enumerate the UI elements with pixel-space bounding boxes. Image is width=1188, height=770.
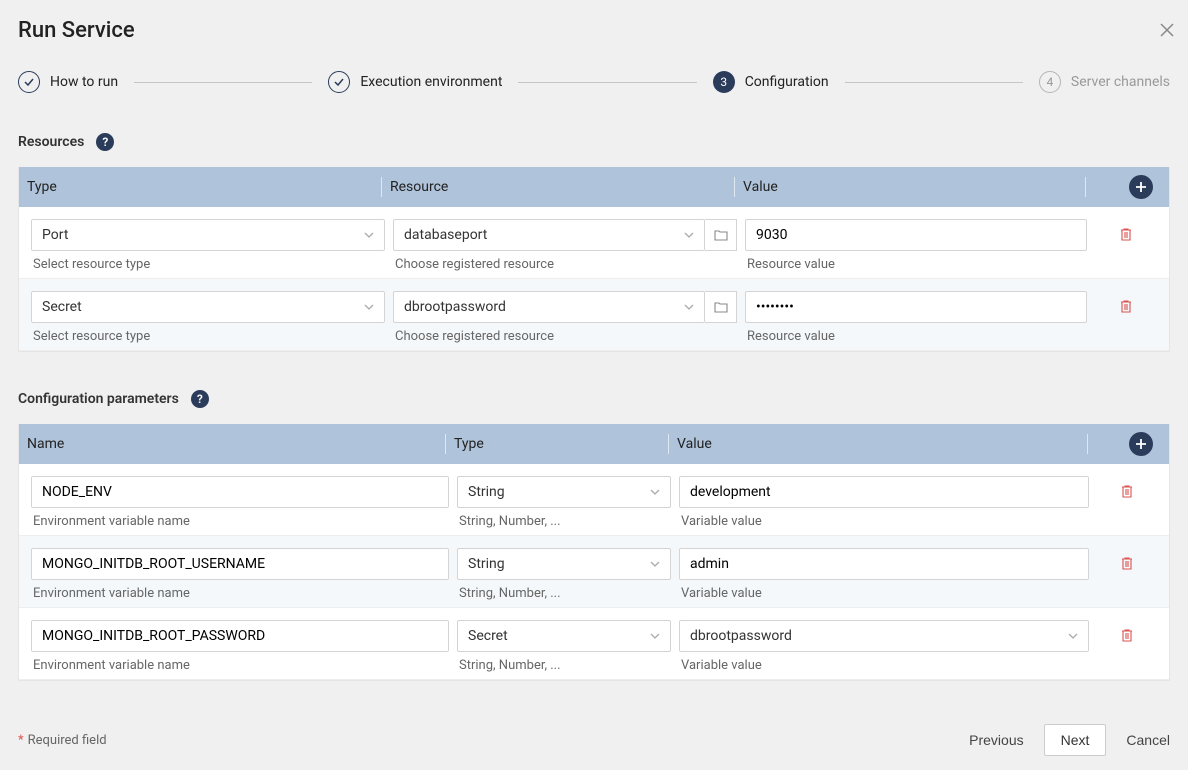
delete-row-button[interactable] (1093, 548, 1161, 601)
delete-row-button[interactable] (1091, 219, 1161, 272)
step-divider (845, 82, 1023, 83)
chevron-down-icon (650, 561, 660, 567)
param-name-input[interactable] (31, 620, 449, 652)
previous-button[interactable]: Previous (969, 732, 1023, 748)
wizard-footer: *Required field Previous Next Cancel (18, 724, 1170, 756)
step-divider (134, 82, 312, 83)
resource-row: Port Select resource type databaseport (19, 207, 1169, 279)
col-type: Type (19, 179, 381, 195)
help-icon[interactable]: ? (96, 133, 114, 151)
param-row: Environment variable name String String,… (19, 464, 1169, 536)
trash-icon (1120, 555, 1134, 571)
params-section-title: Configuration parameters ? (18, 390, 1170, 408)
trash-icon (1119, 298, 1133, 314)
param-name-input[interactable] (31, 548, 449, 580)
resource-value-input[interactable] (745, 219, 1087, 251)
add-resource-button[interactable] (1129, 175, 1153, 199)
chevron-down-icon (684, 232, 694, 238)
trash-icon (1120, 483, 1134, 499)
chevron-down-icon (650, 633, 660, 639)
resources-header: Type Resource Value (19, 167, 1169, 207)
params-header: Name Type Value (19, 424, 1169, 464)
delete-row-button[interactable] (1093, 620, 1161, 673)
col-resource: Resource (382, 179, 734, 195)
page-title: Run Service (18, 18, 1170, 43)
trash-icon (1119, 226, 1133, 242)
col-value: Value (735, 179, 1085, 195)
chevron-down-icon (364, 232, 374, 238)
next-button[interactable]: Next (1044, 724, 1107, 756)
browse-resource-button[interactable] (705, 291, 737, 323)
run-service-modal: Run Service How to run Execution environ… (0, 0, 1188, 770)
step-how-to-run[interactable]: How to run (18, 71, 118, 93)
params-table: Name Type Value Environment variable nam… (18, 424, 1170, 681)
resource-value-input[interactable] (745, 291, 1087, 323)
delete-row-button[interactable] (1091, 291, 1161, 344)
resource-name-select[interactable]: dbrootpassword (393, 291, 705, 323)
resources-table: Type Resource Value Port Select res (18, 167, 1170, 352)
step-execution-environment[interactable]: Execution environment (328, 71, 502, 93)
param-row: Environment variable name String String,… (19, 536, 1169, 608)
col-value: Value (669, 436, 1087, 452)
trash-icon (1120, 627, 1134, 643)
chevron-down-icon (650, 489, 660, 495)
chevron-down-icon (364, 304, 374, 310)
delete-row-button[interactable] (1093, 476, 1161, 529)
folder-icon (714, 301, 728, 313)
resource-row: Secret Select resource type dbrootpasswo… (19, 279, 1169, 351)
step-server-channels[interactable]: 4 Server channels (1039, 71, 1170, 93)
cancel-button[interactable]: Cancel (1126, 732, 1170, 748)
chevron-down-icon (1068, 633, 1078, 639)
param-row: Environment variable name Secret String,… (19, 608, 1169, 680)
resource-type-select[interactable]: Port (31, 219, 385, 251)
param-type-select[interactable]: String (457, 548, 671, 580)
wizard-stepper: How to run Execution environment 3 Confi… (18, 71, 1170, 93)
check-icon (328, 71, 350, 93)
chevron-down-icon (684, 304, 694, 310)
browse-resource-button[interactable] (705, 219, 737, 251)
col-type: Type (446, 436, 668, 452)
step-configuration[interactable]: 3 Configuration (713, 71, 829, 93)
param-value-input[interactable] (679, 548, 1089, 580)
step-num: 3 (713, 71, 735, 93)
resource-type-select[interactable]: Secret (31, 291, 385, 323)
required-field-note: *Required field (18, 733, 107, 748)
param-type-select[interactable]: Secret (457, 620, 671, 652)
add-param-button[interactable] (1129, 432, 1153, 456)
folder-icon (714, 229, 728, 241)
param-value-input[interactable] (679, 476, 1089, 508)
check-icon (18, 71, 40, 93)
param-value-select[interactable]: dbrootpassword (679, 620, 1089, 652)
close-icon[interactable] (1160, 22, 1174, 41)
param-type-select[interactable]: String (457, 476, 671, 508)
col-name: Name (19, 436, 445, 452)
resources-section-title: Resources ? (18, 133, 1170, 151)
step-divider (518, 82, 696, 83)
step-num: 4 (1039, 71, 1061, 93)
resource-name-select[interactable]: databaseport (393, 219, 705, 251)
param-name-input[interactable] (31, 476, 449, 508)
help-icon[interactable]: ? (191, 390, 209, 408)
